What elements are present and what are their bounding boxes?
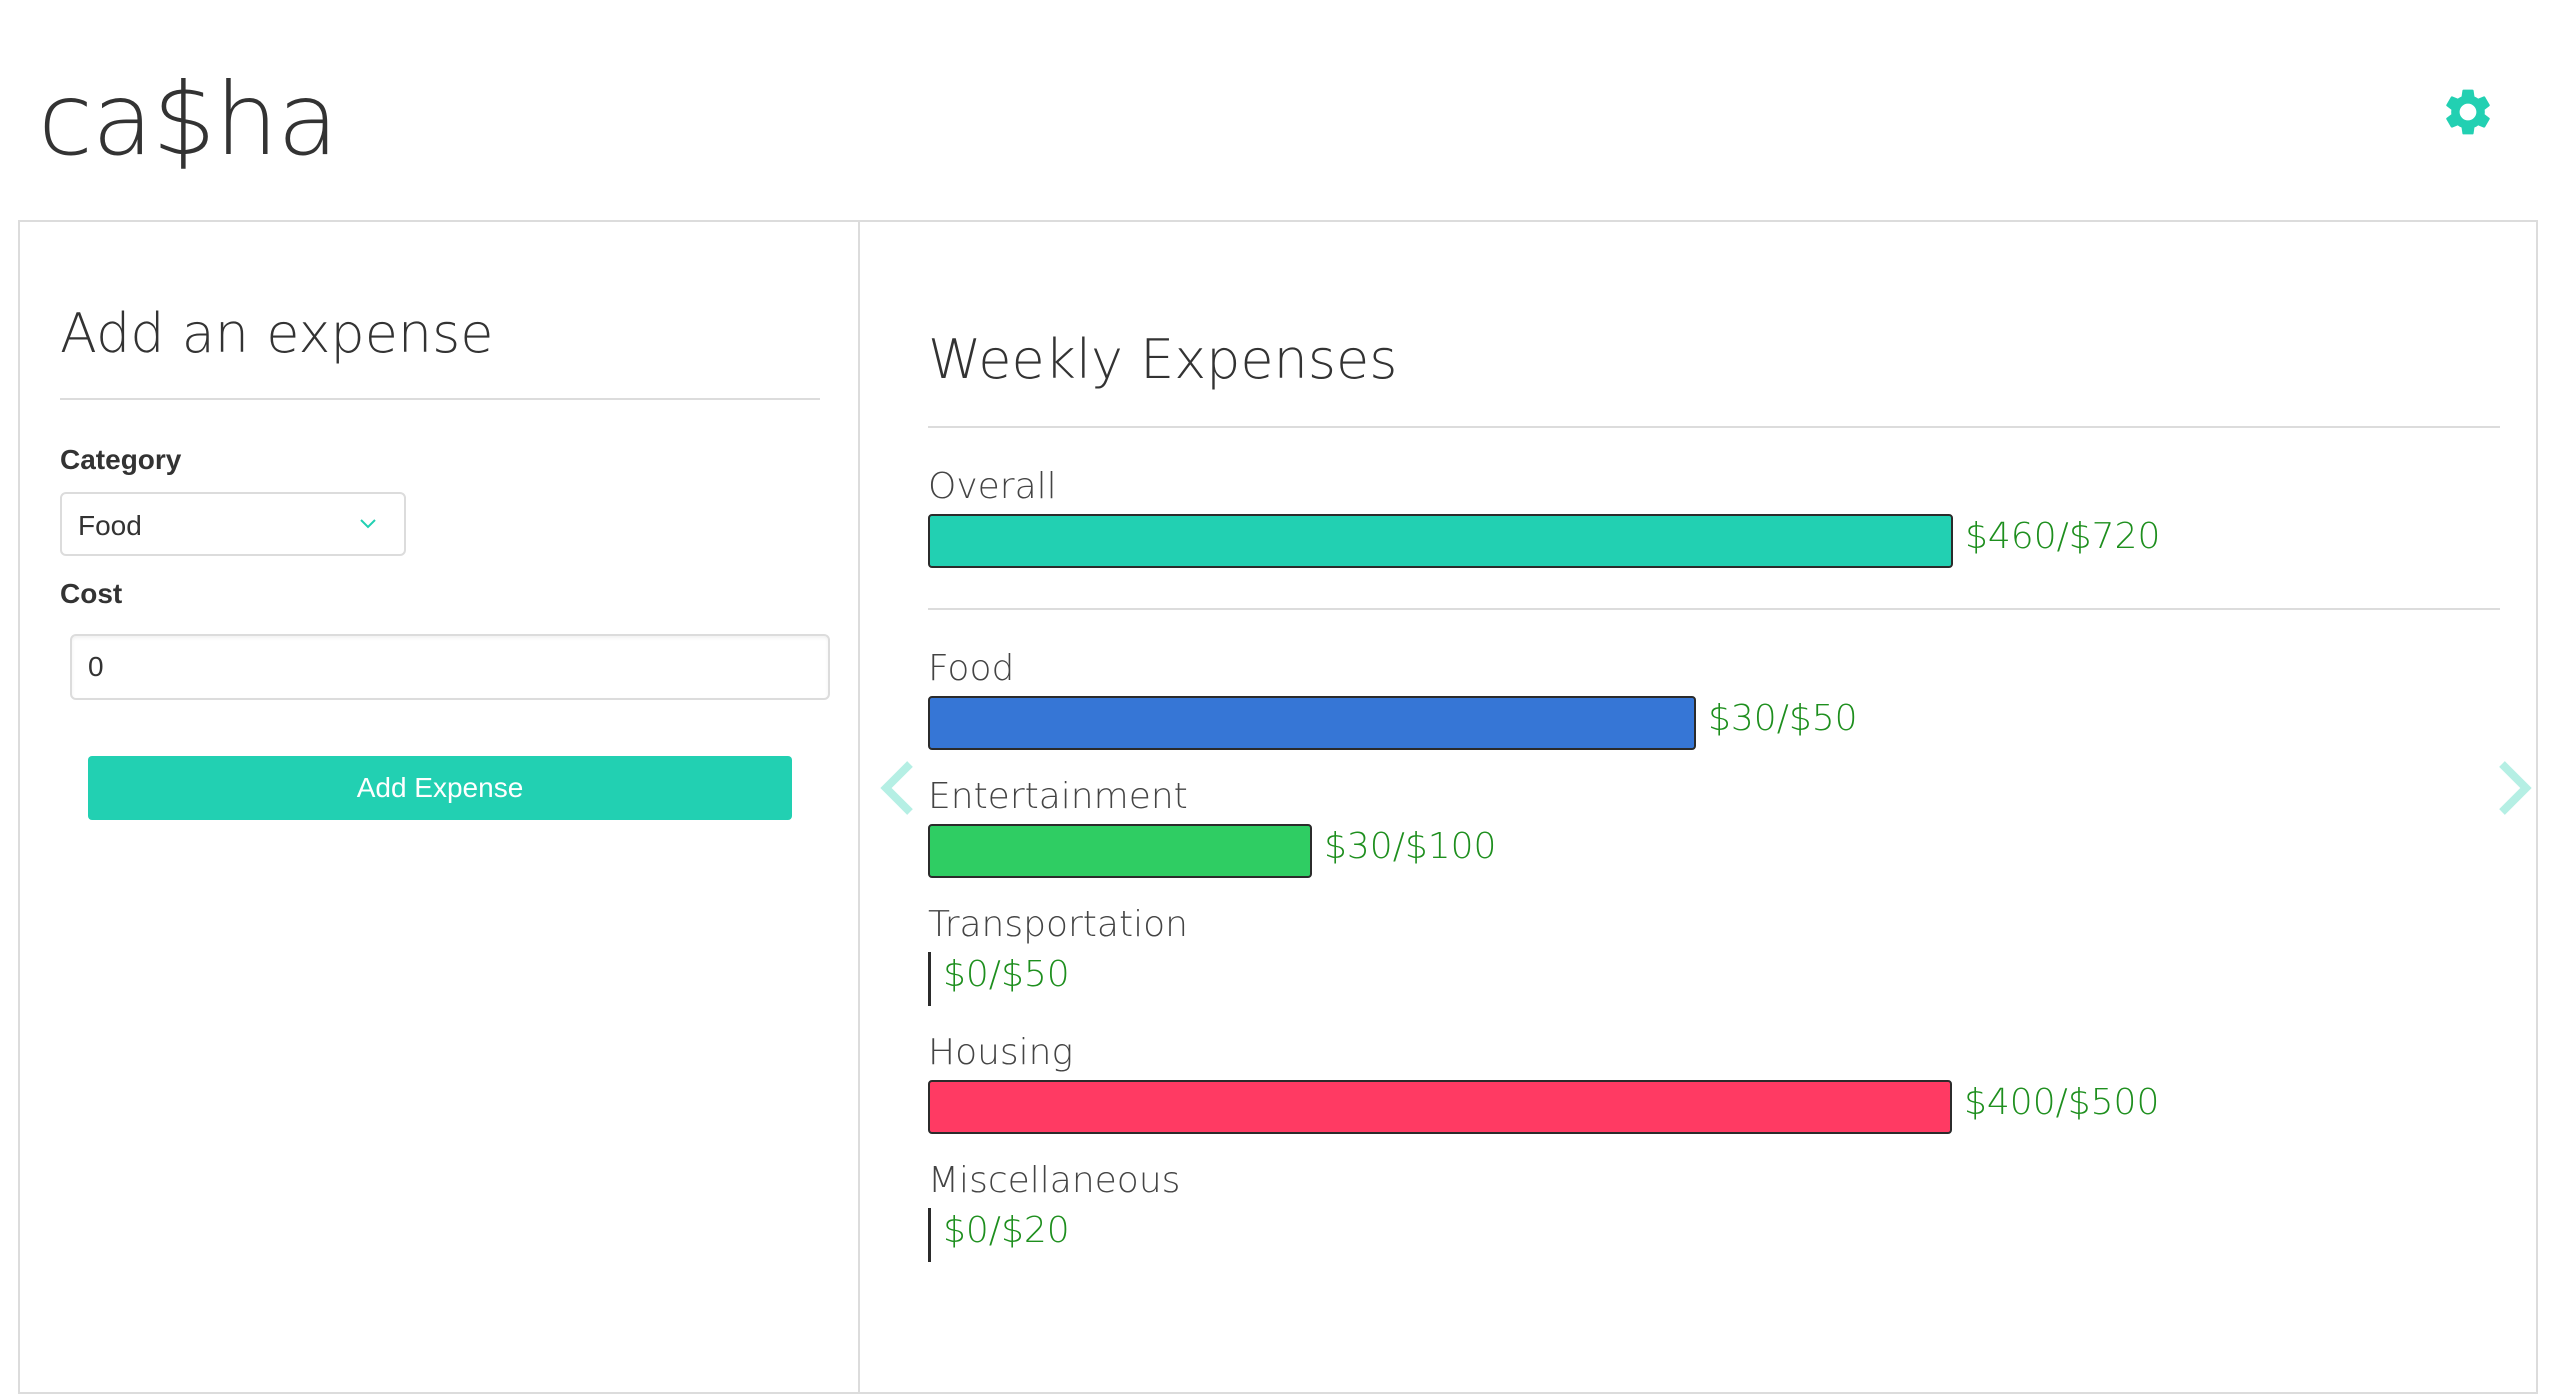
category-value: $0/$50 — [943, 954, 1070, 995]
overall-value: $460/$720 — [1965, 516, 2161, 557]
overall-label: Overall — [928, 466, 1057, 507]
divider — [928, 608, 2500, 610]
category-select[interactable]: Food — [60, 492, 406, 556]
category-label: Housing — [928, 1032, 1074, 1073]
divider — [60, 398, 820, 400]
cost-input[interactable] — [70, 634, 830, 700]
category-label: Entertainment — [928, 776, 1188, 817]
add-expense-panel: Add an expense Category Food Cost Add Ex… — [20, 222, 860, 1392]
category-label: Food — [928, 648, 1015, 689]
category-value: $400/$500 — [1964, 1082, 2160, 1123]
overall-bar — [928, 514, 1953, 568]
category-value: $30/$100 — [1324, 826, 1497, 867]
main-frame: Add an expense Category Food Cost Add Ex… — [18, 220, 2538, 1394]
category-value: $30/$50 — [1708, 698, 1858, 739]
category-bar — [928, 952, 931, 1006]
category-bar — [928, 1208, 931, 1262]
category-value: $0/$20 — [943, 1210, 1070, 1251]
weekly-expenses-panel: Weekly Expenses Overall $460/$720 Food $3… — [860, 222, 2536, 1392]
app-logo: ca$ha — [38, 61, 339, 178]
weekly-expenses-title: Weekly Expenses — [928, 328, 1398, 391]
add-expense-title: Add an expense — [60, 302, 494, 365]
category-selected-value: Food — [78, 510, 142, 541]
category-bar — [928, 696, 1696, 750]
category-label: Category — [60, 444, 182, 475]
gear-icon[interactable] — [2440, 84, 2496, 140]
divider — [928, 426, 2500, 428]
category-bar — [928, 1080, 1952, 1134]
app-root: ca$ha Add an expense Category Food Cost … — [0, 0, 2552, 1400]
category-bar — [928, 824, 1312, 878]
chevron-right-icon[interactable] — [2494, 758, 2534, 818]
category-label: Transportation — [928, 904, 1188, 945]
chevron-down-icon — [360, 519, 376, 529]
add-expense-button[interactable]: Add Expense — [88, 756, 792, 820]
category-label: Miscellaneous — [928, 1160, 1181, 1201]
chevron-left-icon[interactable] — [878, 758, 918, 818]
cost-label: Cost — [60, 578, 123, 609]
